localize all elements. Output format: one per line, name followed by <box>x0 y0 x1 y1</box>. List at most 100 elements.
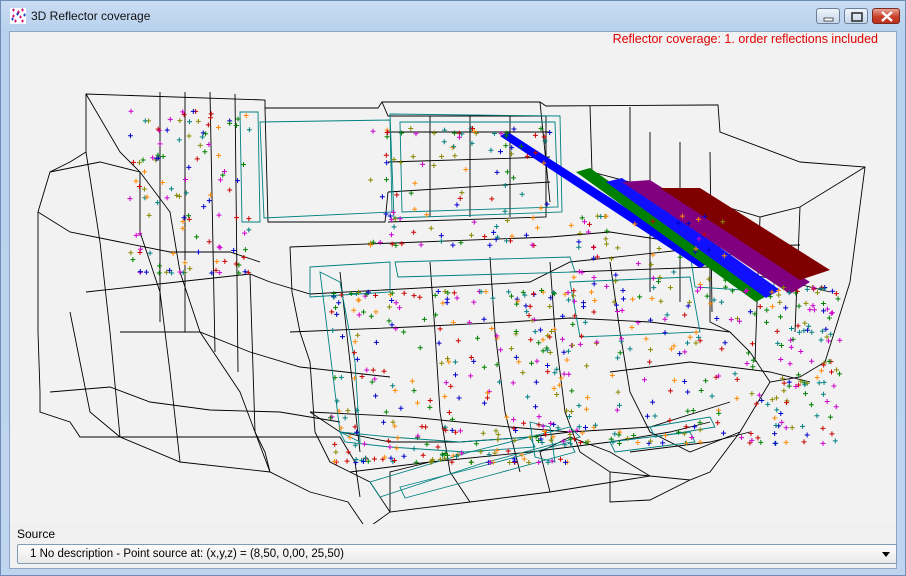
hit-marker <box>186 164 192 170</box>
hit-marker <box>142 118 148 124</box>
hit-marker <box>182 260 188 266</box>
hit-marker <box>569 342 575 348</box>
hit-marker <box>783 439 789 445</box>
reflector-coverage-window: 3D Reflector coverage Reflector coverage… <box>0 0 906 576</box>
3d-viewport[interactable]: Reflector coverage: 1. order reflections… <box>10 32 896 524</box>
hit-marker <box>394 445 400 451</box>
hit-marker <box>439 451 445 457</box>
hit-marker <box>777 314 783 320</box>
source-dropdown[interactable]: 1 No description - Point source at: (x,y… <box>17 544 897 564</box>
hit-marker <box>577 440 583 446</box>
close-button[interactable] <box>872 8 900 24</box>
hit-marker <box>658 298 664 304</box>
hit-marker <box>774 328 780 334</box>
hit-marker <box>604 241 610 247</box>
hit-marker <box>832 438 838 444</box>
hit-marker <box>648 347 654 353</box>
hit-marker <box>355 332 361 338</box>
hit-marker <box>141 169 147 175</box>
hit-marker <box>457 428 463 434</box>
hit-marker <box>393 300 399 306</box>
hit-marker <box>530 215 536 221</box>
minimize-button[interactable] <box>816 8 840 24</box>
hit-marker <box>650 275 656 281</box>
hit-marker <box>205 122 211 128</box>
3d-wireframe-scene[interactable] <box>10 32 896 524</box>
hit-marker <box>558 456 564 462</box>
title-bar[interactable]: 3D Reflector coverage <box>1 1 905 31</box>
hit-marker <box>532 132 538 138</box>
hit-marker <box>140 157 146 163</box>
hit-marker <box>437 326 443 332</box>
hit-marker <box>781 388 787 394</box>
hit-marker <box>373 393 379 399</box>
minimize-icon <box>823 17 834 22</box>
hit-marker <box>492 450 498 456</box>
hit-marker <box>685 340 691 346</box>
hit-marker <box>417 345 423 351</box>
hit-marker <box>804 286 810 292</box>
hit-marker <box>627 346 633 352</box>
hit-marker <box>494 224 500 230</box>
hit-marker <box>739 435 745 441</box>
hit-marker <box>788 337 794 343</box>
hit-marker <box>667 417 673 423</box>
hit-marker <box>789 425 795 431</box>
hit-marker <box>176 193 182 199</box>
chevron-down-icon[interactable] <box>878 546 894 562</box>
hit-marker <box>334 311 340 317</box>
hit-marker <box>745 350 751 356</box>
hit-marker <box>809 358 815 364</box>
hit-marker <box>227 120 233 126</box>
hit-marker <box>141 186 147 192</box>
hit-marker <box>662 432 668 438</box>
hit-marker <box>137 183 143 189</box>
hit-marker <box>408 190 414 196</box>
hit-marker <box>616 402 622 408</box>
hit-marker <box>127 133 133 139</box>
hit-marker <box>373 339 379 345</box>
hit-marker <box>471 299 477 305</box>
hit-marker <box>513 354 519 360</box>
hit-marker <box>420 452 426 458</box>
hit-marker <box>385 438 391 444</box>
hit-marker <box>504 169 510 175</box>
reflector-bands <box>500 132 830 302</box>
hit-marker <box>711 297 717 303</box>
hit-marker <box>774 407 780 413</box>
hit-marker <box>128 108 134 114</box>
hit-marker <box>411 229 417 235</box>
hit-marker <box>576 269 582 275</box>
hit-marker <box>379 194 385 200</box>
hit-marker <box>820 391 826 397</box>
hit-marker <box>818 337 824 343</box>
hit-marker <box>837 371 842 377</box>
hit-marker <box>490 295 496 301</box>
hit-marker <box>475 335 481 341</box>
hit-marker <box>481 400 487 406</box>
hit-marker <box>444 296 450 302</box>
hit-marker <box>177 269 183 275</box>
hit-marker <box>616 432 622 438</box>
hit-marker <box>694 288 700 294</box>
hit-marker <box>187 266 193 272</box>
hit-marker <box>528 337 534 343</box>
hit-marker <box>576 239 582 245</box>
hit-marker <box>246 127 252 133</box>
hit-marker <box>371 456 377 462</box>
maximize-button[interactable] <box>844 8 868 24</box>
hit-marker <box>133 178 139 184</box>
hit-marker <box>342 415 348 421</box>
hit-marker <box>734 376 740 382</box>
hit-marker <box>383 409 389 415</box>
hit-marker <box>510 380 516 386</box>
hit-marker <box>507 459 513 465</box>
hit-marker <box>828 369 834 375</box>
hit-marker <box>802 391 808 397</box>
hit-marker <box>667 285 673 291</box>
hit-marker <box>401 329 407 335</box>
hit-marker <box>533 379 539 385</box>
hit-marker <box>397 305 403 311</box>
hit-marker <box>576 403 582 409</box>
hit-marker <box>459 190 465 196</box>
